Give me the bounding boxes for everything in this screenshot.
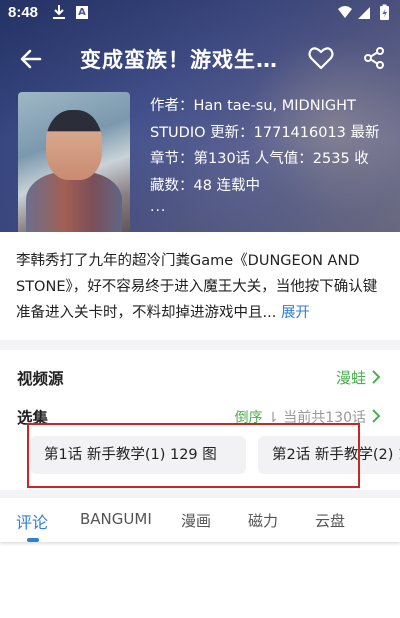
episode-selector-row: 选集 倒序 ⇂ 当前共130话 (0, 400, 400, 430)
info-line: 作者：Han tae-su, MIDNIGHT (150, 98, 356, 114)
info-more-ellipsis[interactable]: ... (150, 199, 166, 215)
chevron-right-icon[interactable] (370, 369, 382, 385)
info-line: 藏数：48 连载中 (150, 177, 261, 194)
tab-cloud[interactable]: 云盘 (315, 510, 345, 531)
tab-bangumi[interactable]: BANGUMI (80, 510, 152, 528)
comic-info: 作者：Han tae-su, MIDNIGHT STUDIO 更新：177141… (150, 93, 390, 199)
episode-chip[interactable]: 第2话 新手教学(2) 1 (258, 436, 400, 474)
description-text: 李韩秀打了九年的超冷门粪Game《DUNGEON AND STONE》，好不容易… (16, 253, 378, 321)
video-source-row[interactable]: 视频源 漫蛙 (0, 350, 400, 400)
episode-label: 选集 (17, 409, 49, 427)
tab-magnet[interactable]: 磁力 (248, 510, 278, 531)
video-source-value[interactable]: 漫蛙 (336, 367, 366, 388)
share-icon[interactable] (362, 46, 386, 70)
tab-indicator (27, 538, 39, 542)
episode-list[interactable]: 第1话 新手教学(1) 129 图 第2话 新手教学(2) 1 (0, 430, 400, 482)
sort-label[interactable]: 倒序 (235, 410, 263, 426)
cover-image[interactable] (18, 92, 130, 240)
expand-link[interactable]: 展开 (281, 305, 310, 321)
info-line: 章节：第130话 人气值：2535 收 (150, 151, 369, 167)
wifi-icon (338, 6, 352, 18)
toolbar: 变成蛮族！游戏生… (0, 36, 400, 82)
episode-count: 当前共130话 (283, 410, 366, 426)
page-title: 变成蛮族！游戏生… (80, 48, 278, 72)
cover-figure-head (46, 110, 102, 180)
cover-figure-body (26, 172, 122, 240)
tab-comments[interactable]: 评论 (16, 509, 48, 533)
status-time: 8:48 (8, 4, 39, 21)
back-arrow-icon[interactable] (18, 46, 44, 72)
battery-charging-icon (380, 4, 389, 20)
video-source-label: 视频源 (17, 370, 64, 388)
tab-manga[interactable]: 漫画 (181, 510, 211, 531)
notification-a-icon: A (76, 6, 88, 19)
section-divider (0, 490, 400, 498)
chevron-right-icon[interactable] (370, 408, 382, 424)
episode-sort-toggle[interactable]: 倒序 ⇂ 当前共130话 (235, 407, 366, 427)
description: 李韩秀打了九年的超冷门粪Game《DUNGEON AND STONE》，好不容易… (16, 248, 384, 326)
episode-chip[interactable]: 第1话 新手教学(1) 129 图 (30, 436, 246, 474)
heart-icon[interactable] (307, 44, 335, 72)
signal-icon (358, 7, 370, 19)
section-divider (0, 340, 400, 350)
sort-icon[interactable]: ⇂ (267, 410, 279, 426)
status-icons (338, 4, 389, 20)
tab-bar: 评论 BANGUMI 漫画 磁力 云盘 (0, 498, 400, 542)
status-bar: 8:48 A (0, 0, 400, 26)
info-line: STUDIO 更新：1771416013 最新 (150, 124, 380, 141)
download-icon (53, 5, 65, 19)
